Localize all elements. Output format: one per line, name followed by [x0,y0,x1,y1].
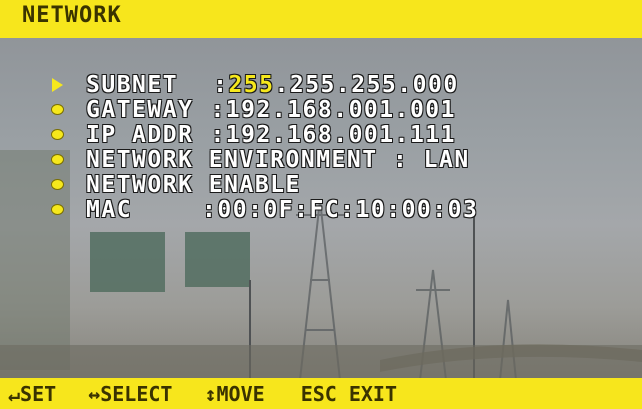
menu-item-network-environment[interactable]: NETWORK ENVIRONMENT : LAN [50,146,478,173]
menu-item-label: GATEWAY [86,96,194,123]
menu-item-subnet[interactable]: SUBNET : 255.255.255.000 [50,71,478,98]
triangle-right-icon [50,77,64,92]
footer-hint-select: ↔SELECT [88,381,173,406]
menu-item-separator: : [213,71,229,98]
network-menu: SUBNET : 255.255.255.000 GATEWAY : 192.1… [50,71,479,223]
menu-item-ip-addr[interactable]: IP ADDR : 192.168.001.111 [50,121,478,148]
subnet-octet-highlight[interactable]: 255 [228,72,274,98]
bullet-dot-icon [50,154,64,166]
menu-item-value: 192.168.001.001 [225,96,457,123]
menu-item-label: NETWORK ENVIRONMENT : LAN [86,146,470,173]
menu-item-gateway[interactable]: GATEWAY : 192.168.001.001 [50,96,478,123]
menu-item-value: .255.255.000 [274,71,459,98]
title-bar: NETWORK [0,0,642,38]
menu-item-label: IP ADDR [86,121,194,148]
menu-item-label: MAC [86,196,133,223]
menu-item-value: 192.168.001.111 [225,121,457,148]
menu-item-value: 00:0F:FC:10:00:03 [217,196,479,223]
menu-item-label: NETWORK ENABLE [86,171,301,198]
page-title: NETWORK [22,3,122,28]
menu-item-network-enable[interactable]: NETWORK ENABLE [50,171,478,198]
osd-screen: NETWORK SUBNET : 255.255.255.000 GATEWAY… [0,0,642,409]
bullet-dot-icon [50,129,64,141]
menu-item-mac[interactable]: MAC : 00:0F:FC:10:00:03 [50,196,479,223]
menu-item-separator: : [202,196,218,223]
menu-item-label: SUBNET [86,71,179,98]
menu-item-separator: : [210,121,226,148]
footer-hint-move: ↕MOVE [204,381,265,406]
bullet-dot-icon [50,104,64,116]
footer-hint-bar: ↵SET ↔SELECT ↕MOVE ESC EXIT [0,378,642,409]
footer-hint-exit: ESC EXIT [300,381,398,406]
bullet-dot-icon [50,179,64,191]
footer-hint-set: ↵SET [8,381,57,406]
menu-item-separator: : [210,96,226,123]
bullet-dot-icon [50,204,64,216]
